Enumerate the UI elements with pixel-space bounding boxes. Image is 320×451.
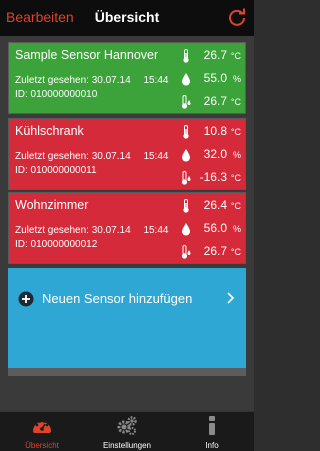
dewpoint-value: 26.7: [203, 244, 227, 258]
humidity-value: 56.0: [203, 221, 227, 235]
last-seen-label: Zuletzt gesehen:: [15, 75, 89, 86]
gears-icon: [117, 416, 137, 435]
tab-label: Info: [205, 441, 219, 450]
overview-icon: [33, 420, 51, 433]
refresh-icon[interactable]: [227, 7, 247, 27]
thermometer-icon: [183, 49, 189, 63]
add-sensor-button[interactable]: Neuen Sensor hinzufügen: [8, 268, 246, 368]
dewpoint-reading: -16.3 °C: [181, 170, 241, 186]
temperature-unit: °C: [230, 127, 241, 137]
temperature-reading: 26.7 °C: [181, 48, 241, 64]
dewpoint-value: -16.3: [199, 170, 227, 184]
temperature-reading: 26.4 °C: [181, 198, 241, 214]
temperature-unit: °C: [230, 201, 241, 211]
last-seen-time: 15:44: [143, 75, 169, 86]
last-seen-date: 30.07.14: [91, 225, 131, 236]
last-seen-time: 15:44: [143, 225, 169, 236]
dewpoint-reading: 26.7 °C: [181, 244, 241, 260]
humidity-reading: 32.0 %: [181, 147, 241, 163]
sensor-list: Sample Sensor Hannover Zuletzt gesehen: …: [0, 36, 254, 411]
navigation-bar: Bearbeiten Übersicht: [0, 0, 254, 36]
tab-label: Übersicht: [25, 441, 59, 450]
dewpoint-unit: °C: [230, 247, 241, 257]
temperature-reading: 10.8 °C: [181, 124, 241, 140]
humidity-value: 55.0: [203, 71, 227, 85]
humidity-value: 32.0: [203, 147, 227, 161]
tab-settings[interactable]: Einstellungen: [85, 412, 169, 451]
last-seen-date: 30.07.14: [91, 75, 131, 86]
tab-overview[interactable]: Übersicht: [0, 412, 84, 451]
temperature-value: 10.8: [203, 124, 227, 138]
humidity-unit: %: [232, 74, 241, 84]
thermometer-icon: [183, 199, 189, 213]
temperature-value: 26.7: [203, 48, 227, 62]
tab-info[interactable]: Info: [170, 412, 254, 451]
humidity-reading: 55.0 %: [181, 71, 241, 87]
last-seen: Zuletzt gesehen: 30.07.14 15:44: [15, 225, 168, 236]
info-icon: [209, 416, 215, 435]
last-seen-date: 30.07.14: [91, 151, 131, 162]
last-seen: Zuletzt gesehen: 30.07.14 15:44: [15, 151, 168, 162]
dewpoint-value: 26.7: [203, 94, 227, 108]
last-seen: Zuletzt gesehen: 30.07.14 15:44: [15, 75, 168, 86]
temperature-unit: °C: [230, 51, 241, 61]
water-drop-icon: [182, 149, 190, 162]
humidity-unit: %: [232, 224, 241, 234]
plus-circle-icon: [18, 291, 34, 307]
sensor-id: ID: 010000000011: [15, 165, 97, 176]
water-drop-icon: [182, 73, 190, 86]
sensor-name: Wohnzimmer: [15, 198, 89, 212]
sensor-id: ID: 010000000010: [15, 89, 98, 100]
sensor-id: ID: 010000000012: [15, 239, 98, 250]
list-footer-divider: [8, 368, 246, 376]
sensor-name: Sample Sensor Hannover: [15, 48, 159, 62]
last-seen-time: 15:44: [143, 151, 169, 162]
last-seen-label: Zuletzt gesehen:: [15, 225, 89, 236]
dewpoint-thermometer-icon: [181, 171, 191, 185]
sensor-card[interactable]: Wohnzimmer Zuletzt gesehen: 30.07.14 15:…: [8, 192, 246, 264]
chevron-right-icon: [227, 292, 235, 304]
sensor-name: Kühlschrank: [15, 124, 84, 138]
tab-bar: Übersicht Einstellungen Info: [0, 411, 254, 451]
tab-label: Einstellungen: [102, 441, 152, 450]
dewpoint-reading: 26.7 °C: [181, 94, 241, 110]
page-title: Übersicht: [94, 9, 160, 25]
humidity-unit: %: [232, 150, 241, 160]
sensor-card[interactable]: Kühlschrank Zuletzt gesehen: 30.07.14 15…: [8, 118, 246, 190]
sensor-card[interactable]: Sample Sensor Hannover Zuletzt gesehen: …: [8, 42, 246, 114]
water-drop-icon: [182, 223, 190, 236]
temperature-value: 26.4: [203, 198, 227, 212]
last-seen-label: Zuletzt gesehen:: [15, 151, 89, 162]
add-sensor-label: Neuen Sensor hinzufügen: [42, 291, 193, 306]
dewpoint-unit: °C: [230, 173, 241, 183]
thermometer-icon: [183, 125, 189, 139]
dewpoint-thermometer-icon: [181, 95, 191, 109]
humidity-reading: 56.0 %: [181, 221, 241, 237]
dewpoint-thermometer-icon: [181, 245, 191, 259]
dewpoint-unit: °C: [230, 97, 241, 107]
